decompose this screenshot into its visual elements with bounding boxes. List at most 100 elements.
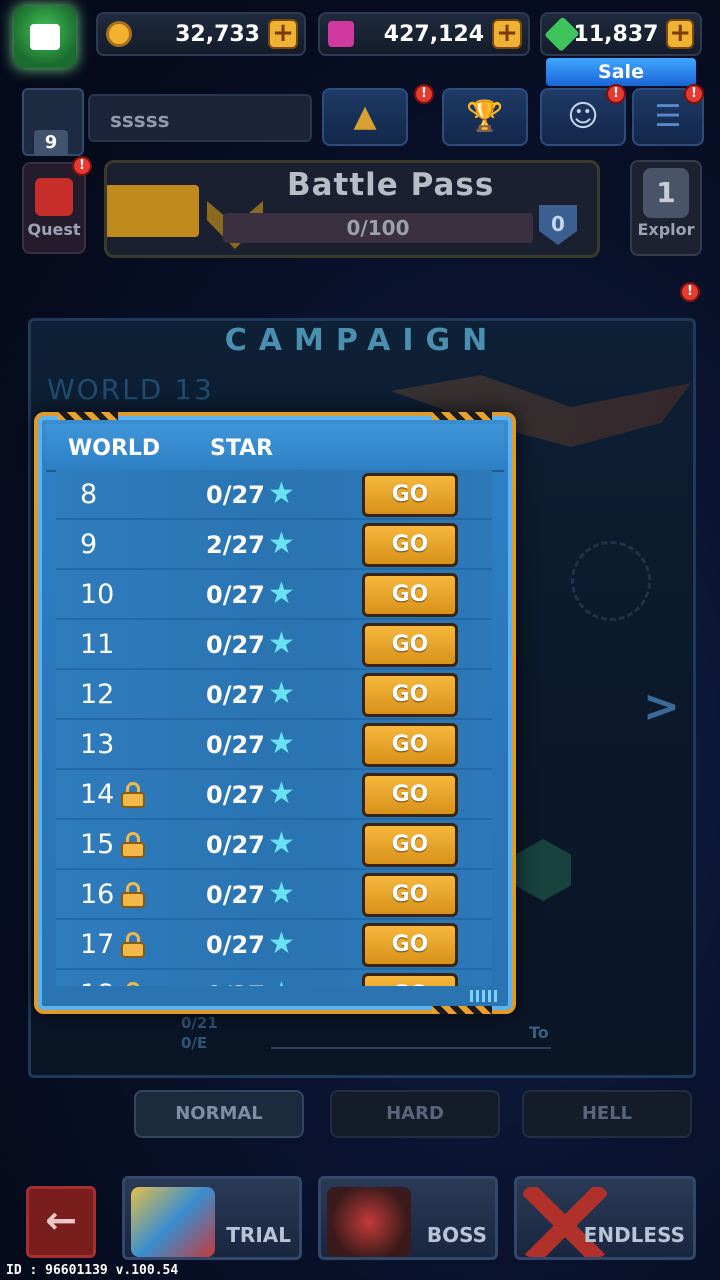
- campaign-partial-text: To: [529, 1023, 549, 1042]
- battle-pass-title: Battle Pass: [287, 167, 495, 203]
- world-row: 11 0/27 ★ GO: [56, 620, 492, 670]
- boss-label: BOSS: [426, 1223, 487, 1247]
- arrow-left-icon: ←: [45, 1198, 77, 1242]
- trial-icon: [131, 1187, 215, 1257]
- go-button[interactable]: GO: [362, 673, 458, 717]
- go-button[interactable]: GO: [362, 923, 458, 967]
- quest-label: Quest: [27, 220, 81, 239]
- go-button[interactable]: GO: [362, 523, 458, 567]
- star-icon: ★: [268, 876, 295, 911]
- lock-icon: [120, 932, 146, 958]
- back-button[interactable]: ←: [26, 1186, 96, 1258]
- boss-icon: [327, 1187, 411, 1257]
- player-level: 9: [34, 130, 68, 156]
- world-stars: 2/27: [206, 531, 265, 559]
- quest-icon: [35, 178, 73, 216]
- go-button[interactable]: GO: [362, 473, 458, 517]
- endless-mode-button[interactable]: ENDLESS: [514, 1176, 696, 1260]
- hazard-stripe: [432, 412, 492, 420]
- go-button[interactable]: GO: [362, 873, 458, 917]
- world-number: 18: [80, 979, 114, 986]
- star-icon: ★: [268, 626, 295, 661]
- world-stars: 0/27: [206, 731, 265, 759]
- add-green-gem-button[interactable]: +: [666, 19, 694, 49]
- world-row: 16 0/27 ★ GO: [56, 870, 492, 920]
- world-label: WORLD 13: [47, 373, 214, 406]
- world-row: 9 2/27 ★ GO: [56, 520, 492, 570]
- trophy-button[interactable]: 🏆: [442, 88, 528, 146]
- world-list[interactable]: 8 0/27 ★ GO 9 2/27 ★ GO 10 0/27 ★ GO 11 0/27 ★ GO 12 0/27…: [56, 470, 492, 986]
- column-header-world: WORLD: [68, 436, 161, 461]
- add-pink-gem-button[interactable]: +: [492, 19, 522, 49]
- star-icon: ★: [268, 526, 295, 561]
- coin-icon: [106, 21, 132, 47]
- rank-notification-icon: !: [414, 84, 434, 104]
- star-icon: ★: [268, 676, 295, 711]
- world-number: 10: [80, 579, 115, 610]
- gift-box-button[interactable]: [14, 6, 76, 68]
- pink-gem-value: 427,124: [383, 21, 484, 47]
- tab-hell[interactable]: HELL: [522, 1090, 692, 1138]
- go-button[interactable]: GO: [362, 573, 458, 617]
- go-button[interactable]: GO: [362, 723, 458, 767]
- endless-label: ENDLESS: [583, 1223, 685, 1247]
- go-button[interactable]: GO: [362, 973, 458, 986]
- world-number: 9: [80, 529, 98, 560]
- stage-node-icon[interactable]: [571, 541, 651, 621]
- world-select-popup: WORLD STAR 8 0/27 ★ GO 9 2/27 ★ GO 10 0/27 ★ GO 11 0/…: [34, 412, 516, 1014]
- tab-normal[interactable]: NORMAL: [134, 1090, 304, 1138]
- world-stars: 0/27: [206, 981, 265, 986]
- green-gem-value: 11,837: [573, 21, 659, 47]
- world-number: 17: [80, 929, 115, 960]
- world-row: 15 0/27 ★ GO: [56, 820, 492, 870]
- go-button[interactable]: GO: [362, 773, 458, 817]
- hazard-stripe: [432, 1006, 492, 1014]
- menu-icon: ☰: [654, 99, 682, 134]
- world-row: 12 0/27 ★ GO: [56, 670, 492, 720]
- hazard-stripe: [58, 412, 118, 420]
- world-number: 13: [80, 729, 115, 760]
- world-number: 12: [80, 679, 115, 710]
- go-button[interactable]: GO: [362, 823, 458, 867]
- column-header-star: STAR: [210, 436, 274, 461]
- world-row: 13 0/27 ★ GO: [56, 720, 492, 770]
- build-id-text: ID : 96601139 v.100.54: [6, 1263, 179, 1278]
- quest-button[interactable]: Quest: [22, 162, 86, 254]
- progress-track: [271, 1047, 551, 1049]
- add-gold-button[interactable]: +: [268, 19, 298, 49]
- explore-button[interactable]: 1 Explor: [630, 160, 702, 256]
- sale-badge[interactable]: Sale: [546, 58, 696, 86]
- battle-pass-banner[interactable]: Battle Pass 0/100 0: [104, 160, 600, 258]
- world-row: 18 0/27★ GO: [56, 970, 492, 986]
- star-icon: ★: [268, 979, 295, 987]
- battle-pass-level-shield: 0: [539, 205, 577, 245]
- lock-icon: [120, 882, 146, 908]
- boss-mode-button[interactable]: BOSS: [318, 1176, 498, 1260]
- world-row: 14 0/27 ★ GO: [56, 770, 492, 820]
- world-row: 10 0/27 ★ GO: [56, 570, 492, 620]
- star-icon: ★: [268, 776, 295, 811]
- world-stars: 0/27: [206, 881, 265, 909]
- explore-badge: 1: [643, 168, 689, 218]
- world-stars: 0/27: [206, 931, 265, 959]
- player-name[interactable]: sssss: [88, 94, 312, 142]
- green-gem-counter: 11,837 +: [540, 12, 702, 56]
- world-number: 15: [80, 829, 115, 860]
- lock-icon: [120, 782, 146, 808]
- trial-mode-button[interactable]: TRIAL: [122, 1176, 302, 1260]
- boss-stage-hex-icon[interactable]: [515, 839, 571, 901]
- ticket-icon: [107, 185, 199, 237]
- tab-hard[interactable]: HARD: [330, 1090, 500, 1138]
- pink-crystal-icon: [328, 21, 354, 47]
- gold-value: 32,733: [175, 21, 260, 47]
- world-stars: 0/27: [206, 781, 265, 809]
- world-list-header: WORLD STAR: [46, 424, 504, 472]
- go-button[interactable]: GO: [362, 623, 458, 667]
- gift-icon: [30, 24, 60, 50]
- world-number: 11: [80, 629, 115, 660]
- next-world-arrow-icon[interactable]: >: [643, 681, 680, 732]
- lock-icon: [120, 832, 146, 858]
- world-stars: 0/27: [206, 581, 265, 609]
- rank-button[interactable]: ▲: [322, 88, 408, 146]
- menu-notification-icon: !: [684, 84, 704, 104]
